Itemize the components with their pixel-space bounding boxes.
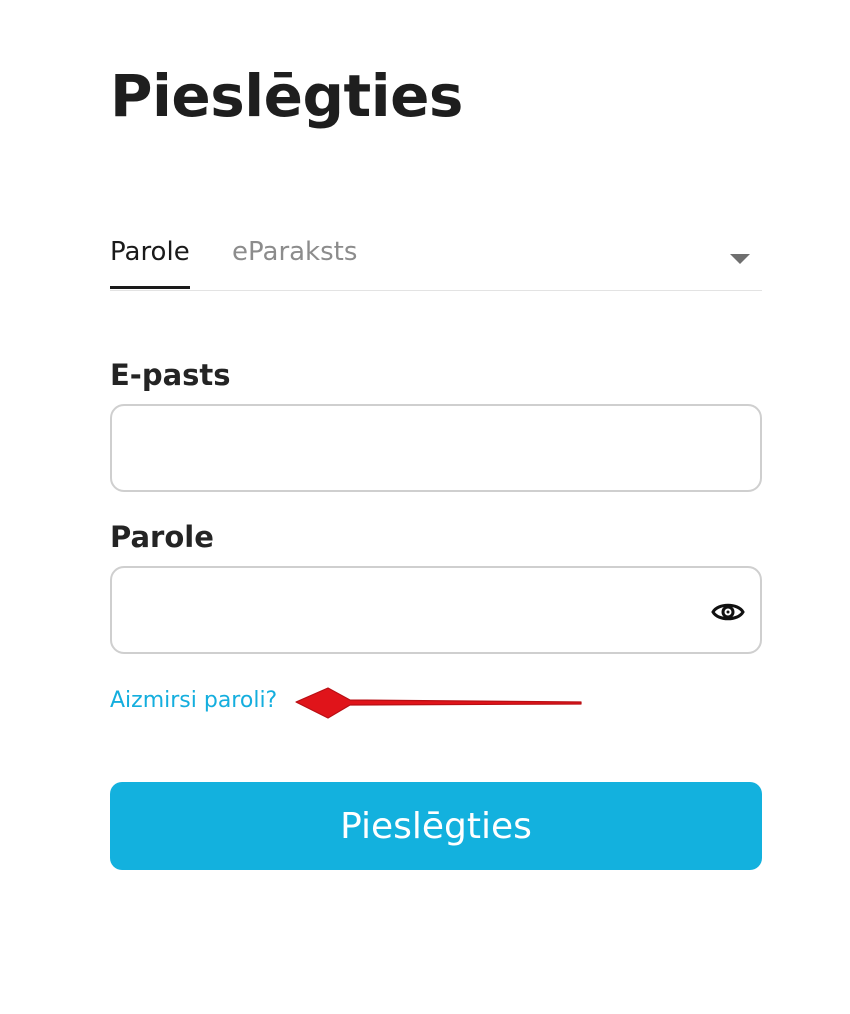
email-field[interactable] (110, 404, 762, 492)
show-password-toggle[interactable] (708, 596, 748, 628)
eye-icon (711, 603, 745, 621)
page-title: Pieslēgties (110, 62, 463, 130)
login-submit-button[interactable]: Pieslēgties (110, 782, 762, 870)
tab-password[interactable]: Parole (110, 236, 190, 289)
forgot-password-link[interactable]: Aizmirsi paroli? (110, 686, 277, 716)
caret-down-icon[interactable] (730, 254, 750, 264)
red-arrow-icon (295, 687, 582, 719)
password-field[interactable] (110, 566, 762, 654)
tab-eparaksts[interactable]: eParaksts (232, 236, 357, 286)
email-label: E-pasts (110, 358, 231, 392)
password-label: Parole (110, 520, 214, 554)
login-page: Pieslēgties Parole eParaksts E-pasts Par… (0, 0, 850, 1014)
login-method-tabs: Parole eParaksts (110, 230, 762, 291)
